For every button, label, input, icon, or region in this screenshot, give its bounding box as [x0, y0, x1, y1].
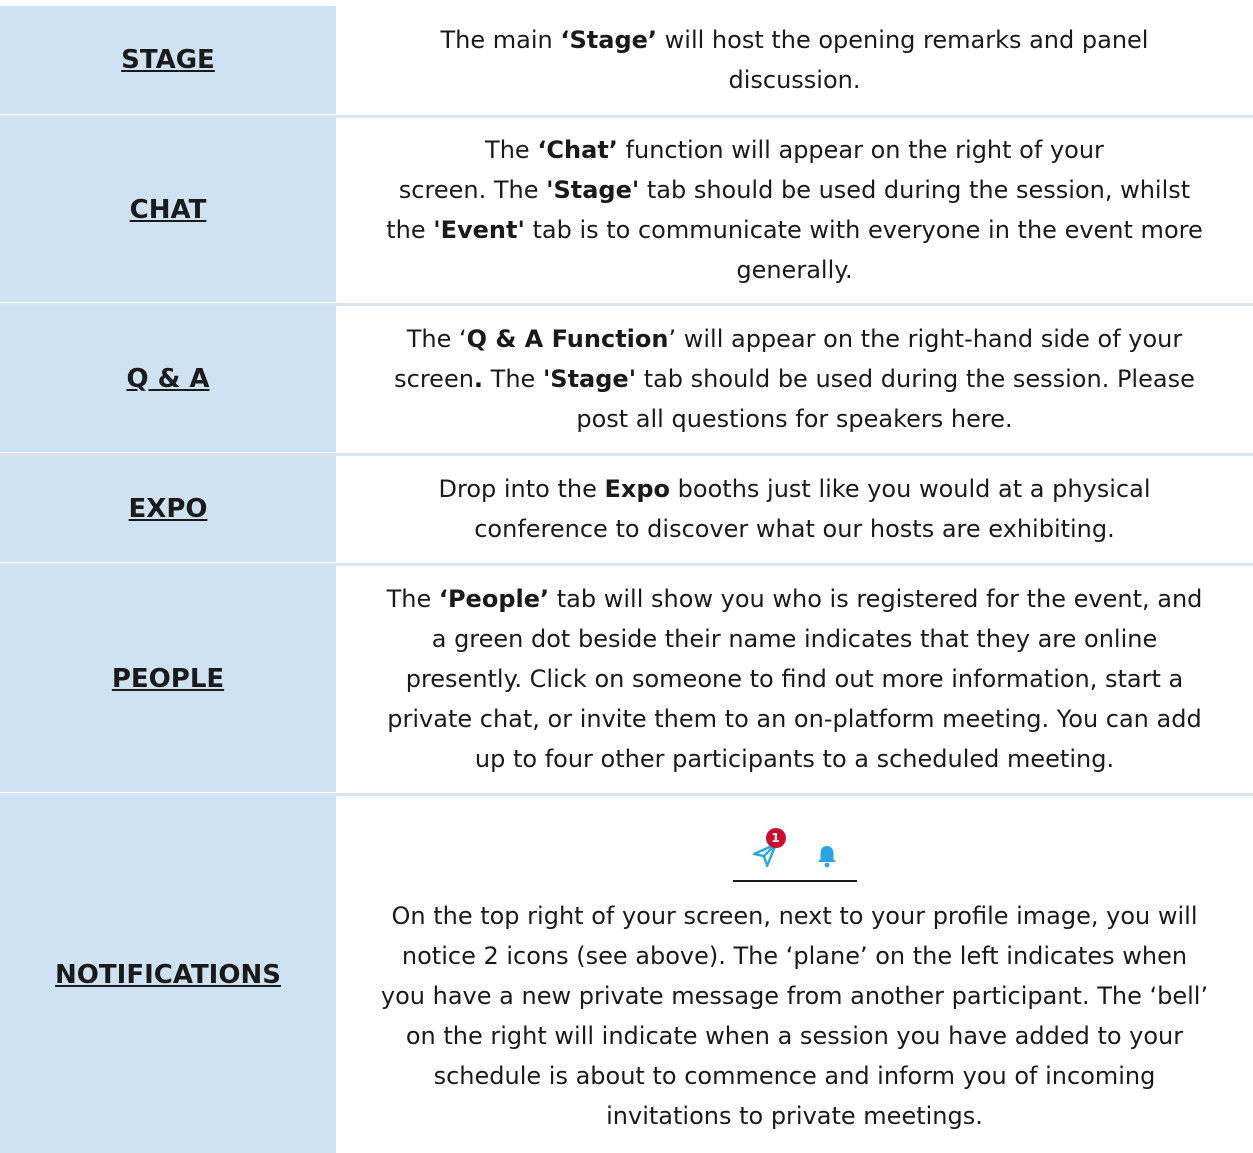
notification-icons: 1	[752, 818, 838, 872]
bold-term: Q & A Function	[466, 325, 669, 353]
table-row-qa: Q & A The ‘Q & A Function’ will appear o…	[0, 306, 1253, 452]
table-row-chat: CHAT The ‘Chat’ function will appear on …	[0, 118, 1253, 302]
row-label-cell: Q & A	[0, 306, 336, 452]
row-description-cell: Drop into the Expo booths just like you …	[336, 456, 1253, 562]
bold-term: ‘Chat’	[537, 136, 618, 164]
row-label-people: PEOPLE	[111, 664, 225, 694]
row-label-cell: CHAT	[0, 118, 336, 302]
row-label-cell: EXPO	[0, 456, 336, 562]
row-description-cell: The main ‘Stage’ will host the opening r…	[336, 6, 1253, 114]
row-label-cell: NOTIFICATIONS	[0, 796, 336, 1153]
table-row-notifications: NOTIFICATIONS 1 On the top right of your…	[0, 796, 1253, 1153]
table-row-expo: EXPO Drop into the Expo booths just like…	[0, 456, 1253, 562]
table-row-stage: STAGE The main ‘Stage’ will host the ope…	[0, 6, 1253, 114]
bold-term: 'Stage'	[542, 365, 637, 393]
paper-plane-icon: 1	[752, 828, 786, 872]
row-description-cell: The ‘People’ tab will show you who is re…	[336, 566, 1253, 792]
bell-glyph	[817, 846, 836, 868]
row-description-chat: The ‘Chat’ function will appear on the r…	[386, 136, 1203, 284]
row-description-notifications: On the top right of your screen, next to…	[380, 902, 1209, 1130]
row-description-expo: Drop into the Expo booths just like you …	[438, 475, 1151, 543]
row-label-qa: Q & A	[126, 364, 210, 394]
row-description-people: The ‘People’ tab will show you who is re…	[386, 585, 1203, 773]
row-description-qa: The ‘Q & A Function’ will appear on the …	[394, 325, 1195, 433]
row-label-chat: CHAT	[129, 195, 207, 225]
bold-term: .	[473, 365, 484, 393]
icons-underline-divider	[732, 880, 857, 882]
row-label-expo: EXPO	[128, 494, 208, 524]
row-label-notifications: NOTIFICATIONS	[55, 959, 281, 990]
notification-badge: 1	[765, 828, 786, 848]
row-label-cell: PEOPLE	[0, 566, 336, 792]
bold-term: ‘People’	[438, 585, 550, 613]
bold-term: 'Stage'	[546, 176, 640, 204]
table-row-people: PEOPLE The ‘People’ tab will show you wh…	[0, 566, 1253, 792]
row-description-cell: The ‘Chat’ function will appear on the r…	[336, 118, 1253, 302]
bell-icon	[816, 844, 838, 872]
row-description-cell: The ‘Q & A Function’ will appear on the …	[336, 306, 1253, 452]
row-label-cell: STAGE	[0, 6, 336, 114]
bold-term: ‘Stage’	[560, 26, 658, 54]
row-description-cell: 1 On the top right of your screen, next …	[336, 796, 1253, 1153]
row-description-stage: The main ‘Stage’ will host the opening r…	[440, 26, 1149, 94]
guide-table: STAGE The main ‘Stage’ will host the ope…	[0, 0, 1253, 1153]
row-label-stage: STAGE	[121, 45, 215, 75]
bold-term: Expo	[604, 475, 671, 503]
bold-term: 'Event'	[433, 216, 525, 244]
